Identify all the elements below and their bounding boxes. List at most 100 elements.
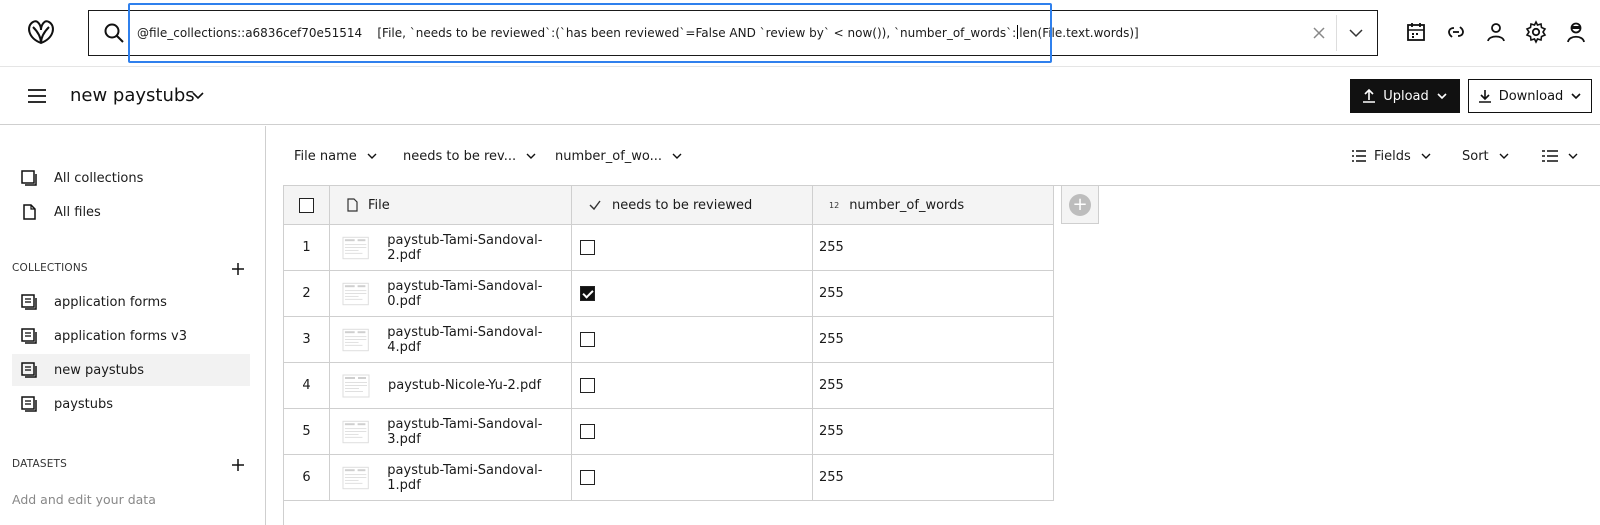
clear-search-button[interactable] (1307, 21, 1331, 45)
collection-icon (21, 396, 37, 412)
document-thumbnail-icon (342, 282, 369, 305)
add-collection-icon[interactable] (230, 261, 246, 277)
collection-icon (21, 328, 37, 344)
sidebar-item-label: application forms (54, 294, 167, 310)
needs-review-cell (571, 362, 813, 409)
sidebar-item-new-paystubs[interactable]: new paystubs (12, 354, 250, 386)
filter-needs-review[interactable]: needs to be rev... (403, 142, 538, 170)
file-cell[interactable]: paystub-Tami-Sandoval-2.pdf (329, 224, 572, 271)
needs-review-checkbox[interactable] (580, 240, 595, 255)
menu-icon[interactable] (26, 87, 48, 105)
column-header-file[interactable]: File (329, 185, 572, 225)
file-name: paystub-Nicole-Yu-2.pdf (388, 378, 542, 393)
needs-review-cell (571, 454, 813, 501)
file-cell[interactable]: paystub-Tami-Sandoval-0.pdf (329, 270, 572, 317)
sidebar-item-paystubs[interactable]: paystubs (12, 388, 250, 420)
select-all-cell (283, 185, 330, 225)
download-icon (1478, 90, 1491, 103)
number-of-words-cell[interactable]: 255 (812, 454, 1054, 501)
upload-button[interactable]: Upload (1350, 79, 1460, 113)
plus-icon: + (1069, 193, 1091, 216)
number-of-words-cell[interactable]: 255 (812, 224, 1054, 271)
needs-review-checkbox[interactable] (580, 378, 595, 393)
filter-file-name[interactable]: File name (294, 142, 379, 170)
select-all-checkbox[interactable] (299, 197, 314, 213)
column-label: needs to be reviewed (612, 197, 753, 213)
sidebar-item-label: All files (54, 204, 101, 220)
table-row[interactable]: 1 paystub-Tami-Sandoval-2.pdf 255 (283, 224, 1054, 271)
needs-review-checkbox[interactable] (580, 470, 595, 485)
table-row[interactable]: 4 paystub-Nicole-Yu-2.pdf 255 (283, 362, 1054, 409)
add-dataset-icon[interactable] (230, 457, 246, 473)
view-mode-button[interactable] (1542, 142, 1580, 170)
fields-label: Fields (1374, 148, 1411, 164)
number-of-words-cell[interactable]: 255 (812, 408, 1054, 455)
chevron-down-icon[interactable] (190, 87, 206, 103)
collections-icon (21, 170, 37, 186)
calendar-icon[interactable] (1404, 20, 1428, 44)
search-query-text-before: @file_collections::a6836cef70e51514 [Fil… (137, 26, 1017, 40)
download-label: Download (1498, 88, 1564, 104)
search-icon (104, 23, 124, 43)
number-of-words-cell[interactable]: 255 (812, 270, 1054, 317)
filter-label: needs to be rev... (403, 148, 517, 164)
sidebar-item-application-forms-v3[interactable]: application forms v3 (12, 320, 250, 352)
file-name: paystub-Tami-Sandoval-3.pdf (387, 416, 543, 447)
document-thumbnail-icon (342, 374, 370, 397)
needs-review-cell (571, 408, 813, 455)
document-thumbnail-icon (342, 328, 369, 351)
file-cell[interactable]: paystub-Nicole-Yu-2.pdf (329, 362, 572, 409)
search-dropdown-button[interactable] (1341, 21, 1371, 45)
file-icon (23, 204, 36, 220)
needs-review-checkbox[interactable] (580, 332, 595, 347)
sidebar-item-all-collections[interactable]: All collections (12, 162, 250, 194)
needs-review-checkbox[interactable] (580, 424, 595, 439)
table-row[interactable]: 2 paystub-Tami-Sandoval-0.pdf 255 (283, 270, 1054, 317)
add-column-button[interactable]: + (1061, 185, 1099, 224)
user-icon[interactable] (1484, 20, 1508, 44)
gear-icon[interactable] (1524, 20, 1548, 44)
column-header-needs-review[interactable]: needs to be reviewed (571, 185, 813, 225)
api-link-icon[interactable] (1444, 20, 1468, 44)
table-header-row: File needs to be reviewed 12 number_of_w… (283, 185, 1054, 225)
file-name: paystub-Tami-Sandoval-2.pdf (387, 232, 543, 263)
agent-avatar-icon[interactable] (1564, 20, 1588, 44)
file-cell[interactable]: paystub-Tami-Sandoval-1.pdf (329, 454, 572, 501)
number-of-words-cell[interactable]: 255 (812, 362, 1054, 409)
sidebar-item-label: paystubs (54, 396, 114, 412)
chevron-down-icon (1568, 153, 1578, 159)
row-index: 4 (283, 362, 330, 409)
chevron-down-icon (1499, 153, 1509, 159)
table-row[interactable]: 3 paystub-Tami-Sandoval-4.pdf 255 (283, 316, 1054, 363)
sidebar-item-application-forms[interactable]: application forms (12, 286, 250, 318)
file-cell[interactable]: paystub-Tami-Sandoval-3.pdf (329, 408, 572, 455)
page-title: new paystubs (70, 85, 195, 106)
upload-label: Upload (1383, 88, 1429, 104)
filter-label: number_of_wo... (555, 148, 663, 164)
collection-icon (21, 362, 37, 378)
sidebar-item-label: new paystubs (54, 362, 145, 378)
needs-review-cell (571, 316, 813, 363)
search-bar: @file_collections::a6836cef70e51514 [Fil… (88, 10, 1378, 56)
document-thumbnail-icon (342, 236, 369, 259)
table-row[interactable]: 6 paystub-Tami-Sandoval-1.pdf 255 (283, 454, 1054, 501)
needs-review-checkbox[interactable] (580, 286, 595, 301)
column-header-number-of-words[interactable]: 12 number_of_words (812, 185, 1054, 225)
chevron-down-icon (367, 153, 377, 159)
file-name: paystub-Tami-Sandoval-4.pdf (387, 324, 543, 355)
file-cell[interactable]: paystub-Tami-Sandoval-4.pdf (329, 316, 572, 363)
app-logo-icon[interactable] (24, 16, 58, 46)
fields-button[interactable]: Fields (1352, 142, 1433, 170)
download-button[interactable]: Download (1468, 79, 1592, 113)
number-of-words-cell[interactable]: 255 (812, 316, 1054, 363)
sidebar-item-all-files[interactable]: All files (12, 196, 250, 228)
document-thumbnail-icon (342, 466, 369, 489)
table-row[interactable]: 5 paystub-Tami-Sandoval-3.pdf 255 (283, 408, 1054, 455)
checkmark-icon (589, 200, 601, 211)
collections-heading: COLLECTIONS (12, 262, 88, 274)
sort-button[interactable]: Sort (1462, 142, 1511, 170)
filter-number-of-words[interactable]: number_of_wo... (555, 142, 684, 170)
files-table: File needs to be reviewed 12 number_of_w… (283, 185, 1054, 501)
search-divider (1336, 15, 1337, 51)
search-query-input[interactable]: @file_collections::a6836cef70e51514 [Fil… (137, 11, 1287, 55)
